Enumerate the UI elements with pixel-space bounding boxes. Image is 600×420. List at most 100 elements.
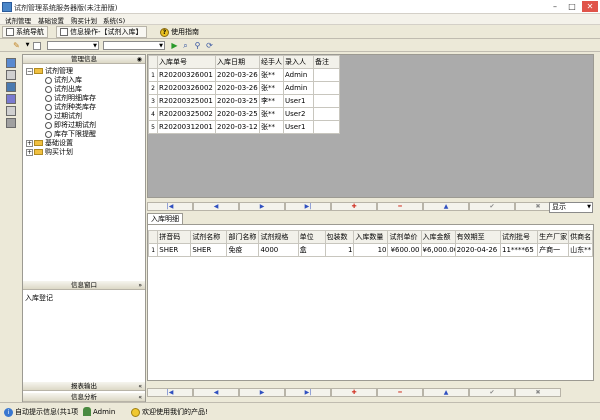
post-record-button[interactable]: ✔ [469, 202, 515, 211]
table-row[interactable]: 4 R20200325002 2020-03-25 张** User2 [148, 107, 340, 121]
table-cell[interactable] [313, 81, 340, 95]
table-cell[interactable]: 2020-03-26 [215, 81, 260, 95]
tree-item[interactable]: + 基础设置 [26, 139, 73, 148]
add-record-button[interactable]: ✚ [331, 388, 377, 397]
column-header[interactable]: 试剂名称 [190, 230, 228, 244]
table-cell[interactable]: 李** [259, 94, 284, 108]
row-number[interactable]: 2 [148, 81, 158, 95]
collapse-icon[interactable]: − [26, 67, 33, 75]
info-window-item[interactable]: 入库登记 [25, 293, 53, 303]
tree-item[interactable]: 过期试剂 [45, 112, 82, 121]
chevron-left-icon[interactable]: « [138, 393, 142, 402]
table-row[interactable]: 1 SHER SHER 免疫 4000 盒 1 10 ¥600.00 ¥6,000.00 2020-… [147, 243, 593, 257]
column-header[interactable]: 试剂规格 [258, 230, 299, 244]
menu-system[interactable]: 系统(S) [103, 15, 125, 25]
tree-item[interactable]: 库存下限提醒 [45, 130, 96, 139]
table-cell[interactable]: 2020-03-12 [215, 120, 260, 134]
prev-record-button[interactable]: ◀ [193, 388, 239, 397]
list-icon[interactable] [6, 106, 16, 116]
table-cell[interactable]: 2020-03-25 [215, 107, 260, 121]
tab-inbound-detail[interactable]: 入库明细 [147, 213, 183, 224]
table-cell[interactable]: User1 [283, 94, 314, 108]
table-cell[interactable]: 张** [259, 120, 284, 134]
display-combo[interactable]: 显示 ▼ [549, 202, 593, 213]
column-header[interactable]: 入库数量 [353, 230, 389, 244]
column-header[interactable]: 入库金额 [420, 230, 456, 244]
page-icon[interactable] [33, 42, 41, 50]
column-header[interactable]: 部门名称 [226, 230, 260, 244]
info-operation-button[interactable]: 信息操作-【试剂入库】 [56, 26, 147, 38]
column-header[interactable]: 包装数 [324, 230, 355, 244]
play-icon[interactable]: ▶ [170, 41, 179, 50]
table-cell[interactable]: User2 [283, 107, 314, 121]
column-header[interactable]: 录入人 [283, 55, 314, 69]
tree-item[interactable]: 试剂出库 [45, 85, 82, 94]
tree-item[interactable]: 试剂明细库存 [45, 94, 96, 103]
table-cell[interactable]: 11****65 [499, 243, 539, 257]
column-header[interactable]: 生产厂家 [537, 230, 570, 244]
table-cell[interactable]: ¥600.00 [387, 243, 422, 257]
add-record-button[interactable]: ✚ [331, 202, 377, 211]
table-cell[interactable]: 4000 [258, 243, 299, 257]
tree-item[interactable]: 试剂入库 [45, 76, 82, 85]
tree-item[interactable]: + 购买计划 [26, 148, 73, 157]
maximize-button[interactable]: □ [564, 1, 580, 12]
filter-combo-2[interactable]: ▼ [103, 41, 165, 50]
column-header[interactable]: 入库单号 [157, 55, 216, 69]
management-info-header[interactable]: 管理信息 ◉ [23, 55, 145, 64]
cancel-record-button[interactable]: ✖ [515, 388, 561, 397]
expand-icon[interactable]: + [26, 139, 33, 147]
delete-record-button[interactable]: ━ [377, 388, 423, 397]
last-record-button[interactable]: ▶| [285, 202, 331, 211]
table-cell[interactable]: SHER [190, 243, 228, 257]
table-cell[interactable]: 张** [259, 68, 284, 82]
first-record-button[interactable]: |◀ [147, 388, 193, 397]
tree-item[interactable]: 试剂种类库存 [45, 103, 96, 112]
post-record-button[interactable]: ✔ [469, 388, 515, 397]
tools-icon[interactable] [6, 70, 16, 80]
first-record-button[interactable]: |◀ [147, 202, 193, 211]
chevron-down-icon[interactable]: » [138, 281, 142, 290]
minimize-button[interactable]: – [547, 1, 563, 12]
chevron-left-icon[interactable]: « [138, 382, 142, 391]
row-number[interactable]: 3 [148, 94, 158, 108]
table-cell[interactable]: 张** [259, 81, 284, 95]
table-cell[interactable]: R20200326001 [157, 68, 216, 82]
column-header[interactable]: 供商名 [568, 230, 593, 244]
column-header[interactable]: 入库日期 [215, 55, 260, 69]
table-cell[interactable]: Admin [283, 68, 314, 82]
column-header[interactable]: 有效期至 [454, 230, 502, 244]
column-header[interactable]: 经手人 [259, 55, 284, 69]
refresh-icon[interactable]: ⟳ [205, 41, 214, 50]
table-cell[interactable] [313, 94, 340, 108]
table-cell[interactable] [313, 120, 340, 134]
search-options-icon[interactable]: ⚲ [193, 41, 202, 50]
dropdown-arrow-icon[interactable]: ▼ [587, 203, 591, 212]
table-cell[interactable]: 盒 [297, 243, 326, 257]
expand-icon[interactable]: + [26, 148, 33, 156]
system-nav-button[interactable]: 系统导航 [2, 26, 48, 38]
row-number[interactable]: 1 [148, 68, 158, 82]
guide-button[interactable]: ? 使用指南 [157, 26, 202, 38]
calendar-icon[interactable] [6, 94, 16, 104]
table-cell[interactable]: R20200312001 [157, 120, 216, 134]
delete-record-button[interactable]: ━ [377, 202, 423, 211]
dashboard-icon[interactable] [6, 58, 16, 68]
table-row[interactable]: 1 R20200326001 2020-03-26 张** Admin [148, 68, 340, 82]
table-cell[interactable]: 张** [259, 107, 284, 121]
grid-icon[interactable] [6, 82, 16, 92]
table-cell[interactable]: SHER [157, 243, 192, 257]
column-header[interactable]: 试剂单价 [387, 230, 422, 244]
row-number[interactable]: 4 [148, 107, 158, 121]
filter-combo-1[interactable]: ▼ [47, 41, 99, 50]
table-cell[interactable]: ¥6,000.00 [420, 243, 456, 257]
tree-item[interactable]: 即将过期试剂 [45, 121, 96, 130]
close-button[interactable]: ✕ [582, 1, 598, 12]
menu-reagent-mgmt[interactable]: 试剂管理 [5, 15, 31, 25]
row-number[interactable]: 5 [148, 120, 158, 134]
table-cell[interactable]: 免疫 [226, 243, 260, 257]
tree-item[interactable]: − 试剂管理 [26, 67, 73, 76]
table-cell[interactable] [313, 107, 340, 121]
column-header[interactable]: 备注 [313, 55, 340, 69]
info-window-header[interactable]: 信息窗口 » [23, 281, 145, 290]
